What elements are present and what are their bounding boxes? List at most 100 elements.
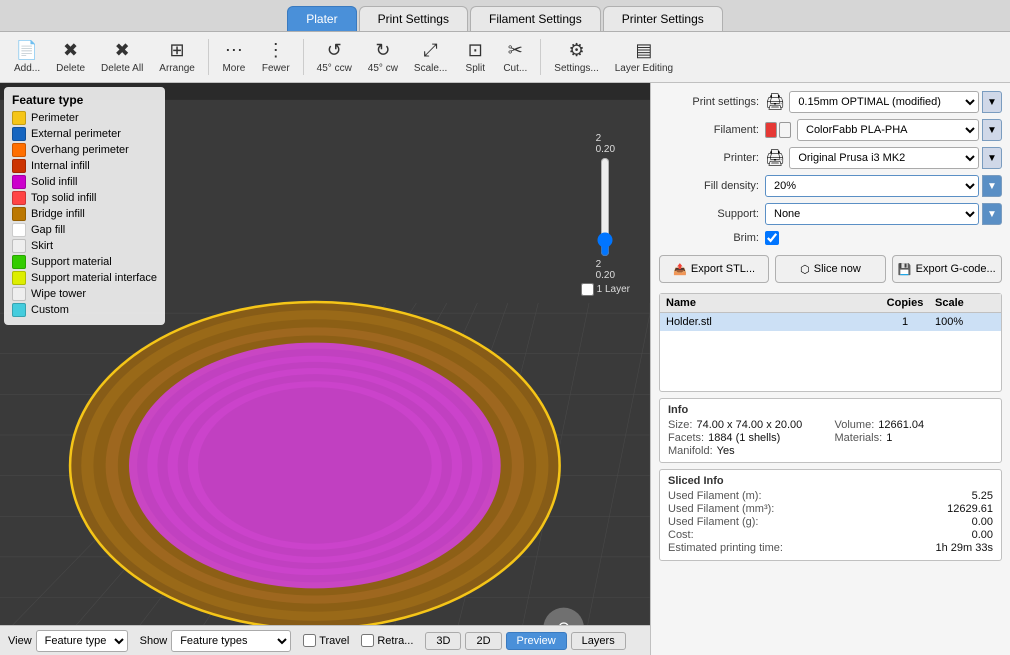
fill-density-dropdown[interactable]: ▼ xyxy=(982,175,1002,197)
settings-icon: ⚙ xyxy=(568,40,584,61)
layer-checkbox-group: 1 Layer xyxy=(581,283,630,296)
sliced-title: Sliced Info xyxy=(668,475,993,487)
legend-item-label: Bridge infill xyxy=(31,208,85,220)
info-section: Info Size: 74.00 x 74.00 x 20.00 Volume:… xyxy=(659,398,1002,463)
filament-colors xyxy=(765,122,791,138)
legend-color-swatch xyxy=(12,287,26,301)
show-select-group: Show Feature types xyxy=(140,630,292,652)
print-settings-dropdown[interactable]: ▼ xyxy=(982,91,1002,113)
legend-item-label: Wipe tower xyxy=(31,288,86,300)
support-dropdown[interactable]: ▼ xyxy=(982,203,1002,225)
brim-checkbox[interactable] xyxy=(765,231,779,245)
legend-item: Wipe tower xyxy=(12,287,157,301)
fill-density-row: Fill density: 20% ▼ xyxy=(659,175,1002,197)
print-settings-select[interactable]: 0.15mm OPTIMAL (modified) xyxy=(789,91,979,113)
support-select[interactable]: None xyxy=(765,203,979,225)
sliced-val: 0.00 xyxy=(972,516,993,528)
layer-editing-icon: ▤ xyxy=(635,40,652,61)
arrange-icon: ⊞ xyxy=(170,40,185,61)
retract-checkbox[interactable] xyxy=(361,634,374,647)
col-copies-header: Copies xyxy=(875,297,935,309)
sliced-info-row: Used Filament (mm³):12629.61 xyxy=(668,503,993,515)
arrange-button[interactable]: ⊞ Arrange xyxy=(153,36,201,78)
legend-item-label: Overhang perimeter xyxy=(31,144,129,156)
files-table: Name Copies Scale Holder.stl 1 100% xyxy=(659,293,1002,392)
rotate-cw-button[interactable]: ↻ 45° cw xyxy=(362,36,404,78)
export-gcode-button[interactable]: 💾 Export G-code... xyxy=(892,255,1002,283)
brim-value-container xyxy=(765,231,1002,245)
settings-button[interactable]: ⚙ Settings... xyxy=(548,36,604,78)
filament-select[interactable]: ColorFabb PLA-PHA xyxy=(797,119,979,141)
add-button[interactable]: 📄 Add... xyxy=(8,36,46,78)
more-button[interactable]: ⋯ More xyxy=(216,36,252,78)
layer-checkbox[interactable] xyxy=(581,283,594,296)
tab-print-settings[interactable]: Print Settings xyxy=(359,6,468,31)
view-preview-button[interactable]: Preview xyxy=(506,632,567,650)
volume-key: Volume: xyxy=(835,419,875,431)
brim-label: Brim: xyxy=(659,232,759,244)
tab-plater[interactable]: Plater xyxy=(287,6,356,31)
table-row[interactable]: Holder.stl 1 100% xyxy=(660,313,1001,331)
action-buttons: 📤 Export STL... ⬡ Slice now 💾 Export G-c… xyxy=(659,251,1002,287)
toolbar-sep-2 xyxy=(303,39,304,75)
printer-icon: 🖨 xyxy=(765,148,785,168)
legend-item-label: Top solid infill xyxy=(31,192,96,204)
right-panel: Print settings: 🖨 0.15mm OPTIMAL (modifi… xyxy=(650,83,1010,655)
view-select[interactable]: Feature type xyxy=(36,630,128,652)
legend-item: Gap fill xyxy=(12,223,157,237)
retract-checkbox-group: Retra... xyxy=(361,634,413,647)
layer-editing-button[interactable]: ▤ Layer Editing xyxy=(609,36,679,78)
show-label: Show xyxy=(140,635,168,647)
info-manifold-row: Manifold: Yes xyxy=(668,445,827,457)
printer-dropdown[interactable]: ▼ xyxy=(982,147,1002,169)
view-3d-button[interactable]: 3D xyxy=(425,632,461,650)
cut-icon: ✂ xyxy=(508,40,523,61)
export-gcode-icon: 💾 xyxy=(898,263,912,276)
facets-val: 1884 (1 shells) xyxy=(708,432,780,444)
legend-item-label: Skirt xyxy=(31,240,53,252)
export-stl-button[interactable]: 📤 Export STL... xyxy=(659,255,769,283)
tab-printer-settings[interactable]: Printer Settings xyxy=(603,6,723,31)
delete-all-button[interactable]: ✖ Delete All xyxy=(95,36,149,78)
view-2d-button[interactable]: 2D xyxy=(465,632,501,650)
view-layers-button[interactable]: Layers xyxy=(571,632,626,650)
toolbar-sep-3 xyxy=(540,39,541,75)
legend-item: Support material interface xyxy=(12,271,157,285)
view-label: View xyxy=(8,635,32,647)
filament-dropdown[interactable]: ▼ xyxy=(982,119,1002,141)
travel-checkbox[interactable] xyxy=(303,634,316,647)
legend-item-label: Support material interface xyxy=(31,272,157,284)
fill-density-select[interactable]: 20% xyxy=(765,175,979,197)
manifold-key: Manifold: xyxy=(668,445,713,457)
support-label: Support: xyxy=(659,208,759,220)
support-row: Support: None ▼ xyxy=(659,203,1002,225)
legend-item: Solid infill xyxy=(12,175,157,189)
layer-range-slider[interactable] xyxy=(597,157,613,257)
legend-item-label: Support material xyxy=(31,256,112,268)
size-key: Size: xyxy=(668,419,692,431)
info-materials-row: Materials: 1 xyxy=(835,432,994,444)
legend-item-label: Gap fill xyxy=(31,224,65,236)
facets-key: Facets: xyxy=(668,432,704,444)
print-settings-value-container: 🖨 0.15mm OPTIMAL (modified) ▼ xyxy=(765,91,1002,113)
fewer-button[interactable]: ⋮ Fewer xyxy=(256,36,296,78)
legend-item-label: Perimeter xyxy=(31,112,79,124)
scale-button[interactable]: ⤢ Scale... xyxy=(408,36,453,78)
split-button[interactable]: ⊡ Split xyxy=(457,36,493,78)
brim-row: Brim: xyxy=(659,231,1002,245)
legend-item-label: Solid infill xyxy=(31,176,77,188)
slice-now-button[interactable]: ⬡ Slice now xyxy=(775,255,885,283)
legend-item-label: Custom xyxy=(31,304,69,316)
cut-button[interactable]: ✂ Cut... xyxy=(497,36,533,78)
legend-item: Custom xyxy=(12,303,157,317)
legend-color-swatch xyxy=(12,223,26,237)
delete-button[interactable]: ✖ Delete xyxy=(50,36,91,78)
tab-filament-settings[interactable]: Filament Settings xyxy=(470,6,601,31)
info-grid: Size: 74.00 x 74.00 x 20.00 Volume: 1266… xyxy=(668,419,993,457)
sliced-val: 12629.61 xyxy=(947,503,993,515)
rotate-ccw-button[interactable]: ↺ 45° ccw xyxy=(311,36,358,78)
printer-select[interactable]: Original Prusa i3 MK2 xyxy=(789,147,979,169)
legend-color-swatch xyxy=(12,239,26,253)
print-settings-row: Print settings: 🖨 0.15mm OPTIMAL (modifi… xyxy=(659,91,1002,113)
show-select[interactable]: Feature types xyxy=(171,630,291,652)
